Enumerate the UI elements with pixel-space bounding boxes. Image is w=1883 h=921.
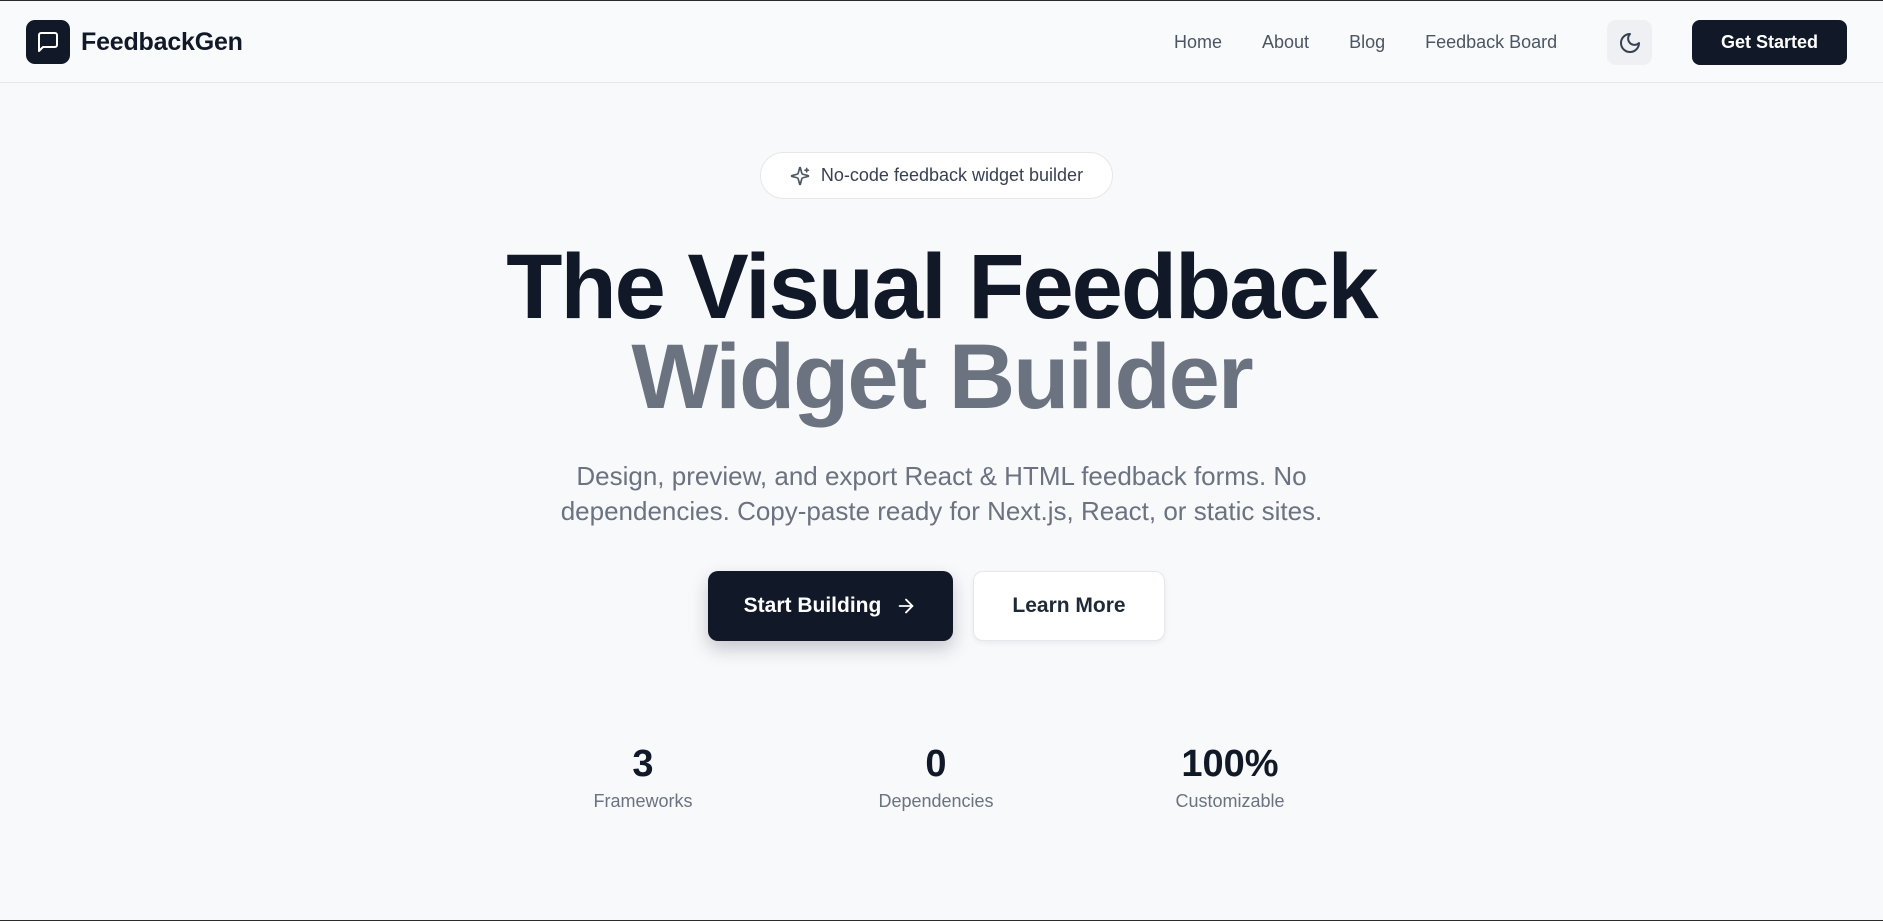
stat-label: Dependencies — [878, 791, 994, 811]
stat-value: 100% — [1181, 743, 1279, 785]
hero-subtitle-line-1: Design, preview, and export React & HTML… — [576, 461, 1307, 491]
sparkles-icon — [790, 166, 810, 186]
hero-subtitle-line-2: dependencies. Copy-paste ready for Next.… — [560, 496, 1323, 526]
stat-value: 0 — [925, 743, 947, 785]
hero-badge: No-code feedback widget builder — [760, 152, 1113, 199]
get-started-button[interactable]: Get Started — [1692, 20, 1847, 65]
nav-about[interactable]: About — [1262, 30, 1309, 54]
brand-name: FeedbackGen — [81, 27, 243, 56]
nav-home[interactable]: Home — [1174, 30, 1222, 54]
hero-subtitle: Design, preview, and export React & HTML… — [0, 459, 1883, 529]
start-building-label: Start Building — [743, 594, 882, 617]
page: FeedbackGen Home About Blog Feedback Boa… — [0, 0, 1883, 921]
hero-title-line-2: Widget Builder — [631, 326, 1253, 428]
stat-dependencies: 0 Dependencies — [836, 741, 1036, 812]
learn-more-button[interactable]: Learn More — [973, 571, 1165, 641]
hero-title-line-1: The Visual Feedback — [506, 236, 1378, 338]
badge-text: No-code feedback widget builder — [820, 165, 1084, 185]
stat-label: Customizable — [1175, 791, 1285, 811]
start-building-button[interactable]: Start Building — [708, 571, 953, 641]
theme-toggle-button[interactable] — [1607, 20, 1652, 65]
moon-icon — [1619, 32, 1640, 53]
nav-blog[interactable]: Blog — [1349, 30, 1385, 54]
stat-customizable: 100% Customizable — [1130, 741, 1330, 812]
stat-label: Frameworks — [593, 791, 693, 811]
stat-frameworks: 3 Frameworks — [543, 741, 743, 812]
site-header: FeedbackGen Home About Blog Feedback Boa… — [0, 1, 1883, 83]
stat-value: 3 — [632, 743, 654, 785]
brand-link[interactable]: FeedbackGen — [26, 20, 243, 64]
message-square-icon — [26, 20, 70, 64]
main-nav: Home About Blog Feedback Board — [1174, 30, 1597, 54]
nav-feedback-board[interactable]: Feedback Board — [1425, 30, 1557, 54]
arrow-right-icon — [895, 595, 917, 617]
